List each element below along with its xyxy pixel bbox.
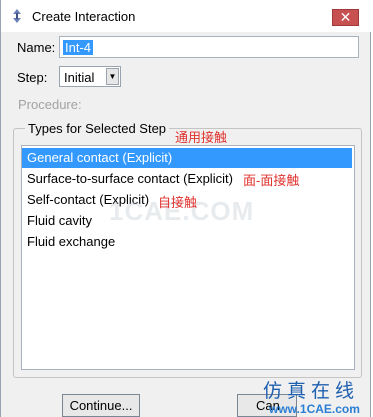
name-field[interactable]: Int-4 [59, 36, 359, 58]
create-interaction-dialog: Create Interaction ✕ Name: Int-4 Step: I… [0, 0, 372, 417]
watermark-url: www.1CAE.com [269, 402, 360, 416]
name-label: Name: [17, 40, 56, 55]
step-label: Step: [17, 70, 48, 85]
annotation-self: 自接触 [158, 195, 198, 210]
annotation-general: 通用接触 [175, 130, 228, 145]
window-title: Create Interaction [32, 9, 136, 24]
list-item-fluid-exchange[interactable]: Fluid exchange [22, 232, 352, 252]
step-select[interactable]: Initial ▼ [59, 66, 121, 87]
continue-button[interactable]: Continue... [62, 394, 140, 417]
annotation-surface: 面-面接触 [243, 173, 300, 188]
chevron-down-icon[interactable]: ▼ [106, 68, 119, 85]
name-value: Int-4 [63, 40, 94, 55]
procedure-label: Procedure: [18, 97, 82, 112]
title-bar[interactable]: Create Interaction ✕ [1, 0, 372, 32]
list-item-general-contact[interactable]: General contact (Explicit) [22, 148, 352, 168]
interaction-icon [13, 9, 21, 23]
step-value: Initial [64, 70, 95, 85]
close-button[interactable]: ✕ [332, 9, 359, 26]
watermark-chinese: 仿真在线 [263, 380, 360, 402]
close-icon: ✕ [339, 9, 352, 25]
list-item-surface-contact[interactable]: Surface-to-surface contact (Explicit) [22, 169, 352, 189]
types-list[interactable]: General contact (Explicit) Surface-to-su… [21, 145, 355, 370]
types-group-title: Types for Selected Step [25, 121, 170, 136]
